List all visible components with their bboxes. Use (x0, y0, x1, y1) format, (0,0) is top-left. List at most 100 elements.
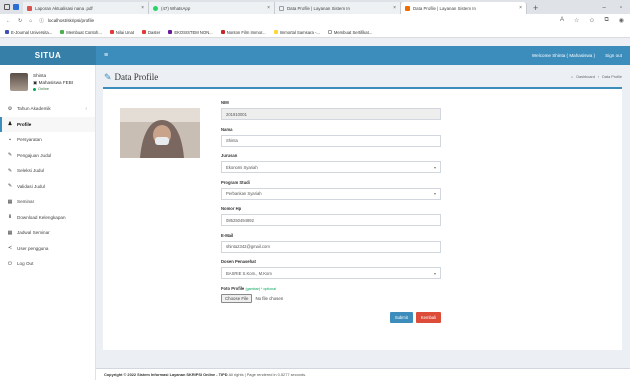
read-aloud-icon[interactable]: A (560, 17, 564, 24)
new-tab-button[interactable]: + (527, 2, 544, 14)
bookmark-icon (273, 30, 278, 34)
close-icon[interactable]: × (519, 5, 522, 11)
browser-tab-3[interactable]: Data Profile | Layanan Sistem In × (275, 2, 401, 14)
content-header: ✎ Data Profile ⌂ Dashboard › Data Profil… (96, 65, 630, 89)
nama-label: Nama (221, 126, 233, 132)
browser-tab-2[interactable]: (47) WhatsApp × (149, 2, 275, 14)
gear-icon: ⚙ (7, 105, 13, 112)
signout-link[interactable]: Sign out (605, 53, 622, 58)
breadcrumb-dashboard[interactable]: Dashboard (576, 75, 595, 79)
sidebar-item-seminar[interactable]: ▦ Seminar (0, 194, 95, 210)
sidebar-item-label: Profile (17, 121, 32, 127)
favorites-list-icon[interactable]: ✩ (589, 17, 594, 24)
email-field[interactable]: shinta2342@gmail.com (221, 240, 441, 253)
maximize-icon[interactable]: ▫ (620, 5, 622, 11)
favorite-icon[interactable]: ☆ (574, 17, 579, 24)
foto-hint: (gambar) * optional (245, 286, 277, 291)
sidebar-toggle-icon[interactable]: ≡ (104, 52, 108, 59)
sidebar-item-profile[interactable]: ♟ Profile (0, 116, 95, 132)
bookmark-item[interactable]: Membuat Sertifikat... (327, 29, 373, 35)
file-icon: ▪ (9, 136, 11, 143)
back-icon[interactable]: ← (6, 18, 11, 24)
sidebar-item-tahun-akademik[interactable]: ⚙ Tahun Akademik ‹ (0, 101, 95, 117)
choose-file-button[interactable]: Choose File (221, 293, 253, 303)
bookmark-item[interactable]: Nonton Film Immor... (220, 29, 266, 35)
site-icon (405, 5, 410, 11)
nama-field[interactable]: Shinta (221, 134, 441, 147)
sidebar-item-pengajuan-judul[interactable]: ✎ Pengajuan Judul (0, 148, 95, 164)
sidebar-item-persyaratan[interactable]: ▪ Persyaratan (0, 132, 95, 148)
nim-field[interactable]: 201910001 (221, 108, 441, 120)
hp-field[interactable]: 085250494892 (221, 214, 441, 226)
close-icon[interactable]: × (141, 5, 144, 11)
profile-form: NIM 201910001 Nama Shinta Jurusan Ekonom… (221, 100, 441, 323)
bookmark-icon (5, 30, 9, 34)
sidebar-item-validasi-judul[interactable]: ✎ Validasi Judul (0, 179, 95, 195)
sidebar-item-log-out[interactable]: ⏻ Log Out (0, 256, 95, 272)
table-icon: ▦ (7, 229, 13, 236)
bookmark-label: EKOSISTEM NON... (174, 29, 213, 35)
info-icon[interactable]: ⓘ (39, 18, 44, 24)
bookmark-label: E-Journal Universita... (11, 29, 53, 35)
user-status-text: Online (38, 87, 49, 91)
app-logo[interactable]: SITUA (0, 46, 96, 65)
user-role: ▣ Mahasiswa FEBI (33, 79, 74, 85)
user-menu: Welcome Shinta ( Mahasiswa ) Sign out (532, 53, 622, 58)
online-dot-icon (33, 87, 36, 91)
submit-button[interactable]: Submit (389, 311, 413, 323)
bookmark-label: Immortal Samsara -... (279, 29, 320, 35)
window-menu-icon[interactable] (4, 4, 10, 10)
minimize-icon[interactable]: – (603, 5, 606, 11)
browser-tab-4[interactable]: Data Profile | Layanan Sistem In × (401, 2, 527, 14)
tab-title: (47) WhatsApp (161, 5, 191, 11)
browser-tab-1[interactable]: Laporan Aktualisasi nana .pdf × (23, 2, 149, 14)
bookmark-item[interactable]: EKOSISTEM NON... (168, 29, 213, 35)
sidebar-item-jadwal-seminar[interactable]: ▦ Jadwal Seminar (0, 225, 95, 241)
email-value: shinta2342@gmail.com (226, 244, 270, 249)
pencil-icon: ✎ (7, 167, 13, 174)
footer: Copyright © 2022 Sistem Informasi Layana… (96, 368, 630, 380)
jurusan-select[interactable]: Ekonomi Syariah ▾ (221, 161, 441, 173)
account-icon[interactable]: ◉ (619, 17, 624, 24)
welcome-text[interactable]: Welcome Shinta ( Mahasiswa ) (532, 53, 595, 58)
top-navbar: ≡ Welcome Shinta ( Mahasiswa ) Sign out (96, 46, 630, 65)
hp-value: 085250494892 (226, 217, 254, 223)
bookmark-label: Nonton Film Immor... (226, 29, 266, 35)
tab-title: Laporan Aktualisasi nana .pdf (35, 5, 93, 11)
sidebar-item-seleksi-judul[interactable]: ✎ Seleksi Judul (0, 163, 95, 179)
download-icon: ⬇ (7, 214, 13, 221)
kembali-button[interactable]: Kembali (415, 311, 441, 323)
close-icon[interactable]: × (393, 5, 396, 11)
sidebar-item-label: Seminar (17, 199, 35, 205)
page-title-text: Data Profile (114, 72, 159, 82)
bookmark-label: Nilai Unat (115, 29, 134, 35)
url-field[interactable]: ⓘ localhost/skripsi/profile (39, 18, 553, 24)
breadcrumb-separator: › (597, 75, 600, 79)
bookmark-item[interactable]: Membuat Contoh... (60, 30, 102, 35)
bookmark-label: Daster (147, 29, 161, 35)
refresh-icon[interactable]: ↻ (18, 18, 22, 24)
chevron-down-icon: ▾ (433, 270, 436, 276)
bookmark-label: Membuat Contoh... (66, 29, 102, 35)
breadcrumb: ⌂ Dashboard › Data Profile (571, 75, 622, 79)
bookmark-item[interactable]: Nilai Unat (109, 29, 134, 35)
bookmark-item[interactable]: E-Journal Universita... (5, 30, 52, 35)
sidebar-item-label: Validasi Judul (17, 183, 46, 189)
home-icon[interactable]: ⌂ (29, 18, 32, 24)
sidebar-item-label: Pengajuan Judul (17, 152, 52, 158)
profile-icon[interactable] (13, 4, 19, 10)
bookmark-item[interactable]: Daster (141, 29, 161, 35)
sidebar-menu: ⚙ Tahun Akademik ‹ ♟ Profile ▪ Persyaratan ✎… (0, 101, 95, 272)
window-controls (4, 0, 23, 14)
sidebar-item-user-pengguna[interactable]: ≺ User pengguna (0, 241, 95, 257)
profile-photo (120, 108, 200, 158)
collections-icon[interactable]: ⧉ (604, 17, 608, 24)
bookmark-item[interactable]: Immortal Samsara -... (273, 29, 320, 35)
prodi-select[interactable]: Perbankan Syariah ▾ (221, 187, 441, 200)
file-input: Choose File No file chosen (221, 293, 441, 303)
sidebar-item-download-kelengkapan[interactable]: ⬇ Download Kelengkapan (0, 210, 95, 226)
close-icon[interactable]: × (267, 5, 270, 11)
bookmark-label: Membuat Sertifikat... (333, 29, 373, 35)
dosen-select[interactable]: BASRIE S.Kom., M.Kom ▾ (221, 267, 441, 279)
foto-label-text: Foto Profile (221, 285, 245, 291)
